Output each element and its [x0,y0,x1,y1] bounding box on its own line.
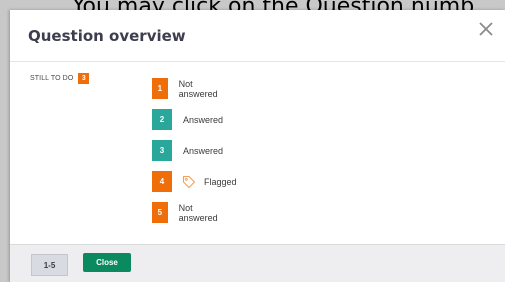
question-status: Not answered [178,202,218,223]
question-status: Answered [183,114,224,125]
still-to-do-count-badge: 3 [78,73,90,84]
question-status: Not answered [178,78,218,99]
question-status: Answered [183,145,224,156]
question-number-badge: 1 [152,78,168,99]
question-number-badge: 5 [152,202,168,223]
question-number-badge: 3 [152,140,172,161]
question-overview-dialog: Question overview STILL TO DO 3 1 Not an… [10,10,505,282]
question-item-1[interactable]: 1 Not answered [152,78,222,99]
dialog-header: Question overview [10,10,505,62]
question-status: Flagged [204,176,237,187]
close-button[interactable]: Close [83,253,131,272]
question-number-badge: 2 [152,109,172,130]
close-x-icon[interactable] [475,18,497,40]
question-number-badge: 4 [152,171,172,192]
still-to-do-label: STILL TO DO [30,75,74,82]
tag-icon [182,175,196,189]
question-item-5[interactable]: 5 Not answered [152,202,222,223]
dialog-footer: 1-5 Close [10,244,505,282]
dialog-title: Question overview [28,27,186,45]
still-to-do-indicator: STILL TO DO 3 [30,73,90,84]
question-item-3[interactable]: 3 Answered [152,140,223,161]
question-item-4[interactable]: 4 Flagged [152,171,237,192]
question-range-button[interactable]: 1-5 [31,254,68,276]
question-item-2[interactable]: 2 Answered [152,109,223,130]
